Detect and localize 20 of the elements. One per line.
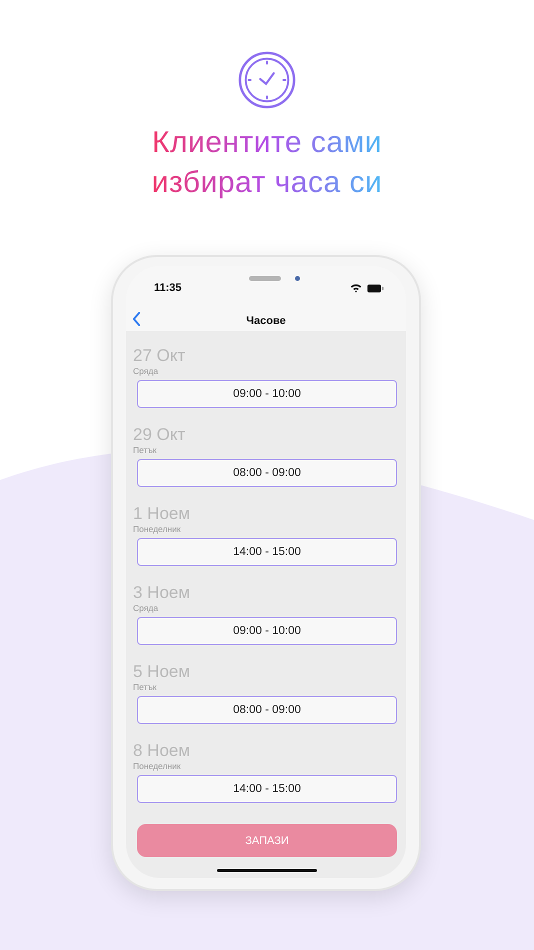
battery-icon — [367, 284, 384, 292]
time-slot-button[interactable]: 09:00 - 10:00 — [137, 380, 397, 408]
clock-icon — [238, 51, 296, 109]
weekday-label: Петък — [133, 445, 158, 455]
weekday-label: Сряда — [133, 603, 160, 613]
wifi-icon — [350, 283, 362, 293]
time-slot-button[interactable]: 08:00 - 09:00 — [137, 696, 397, 724]
weekday-label: Сряда — [133, 366, 160, 376]
weekday-label: Понеделник — [133, 524, 182, 534]
screen-title: Часове — [246, 314, 286, 326]
weekday-label: Понеделник — [133, 761, 182, 771]
weekday-label: Петък — [133, 682, 158, 692]
time-slot-button[interactable]: 14:00 - 15:00 — [137, 538, 397, 566]
time-slot-button[interactable]: 09:00 - 10:00 — [137, 617, 397, 645]
time-slot-button[interactable]: 08:00 - 09:00 — [137, 459, 397, 487]
speaker-icon — [249, 276, 281, 281]
status-time: 11:35 — [154, 282, 182, 294]
back-chevron-icon[interactable] — [132, 312, 141, 326]
time-slot-button[interactable]: 14:00 - 15:00 — [137, 775, 397, 803]
camera-icon — [295, 276, 300, 281]
